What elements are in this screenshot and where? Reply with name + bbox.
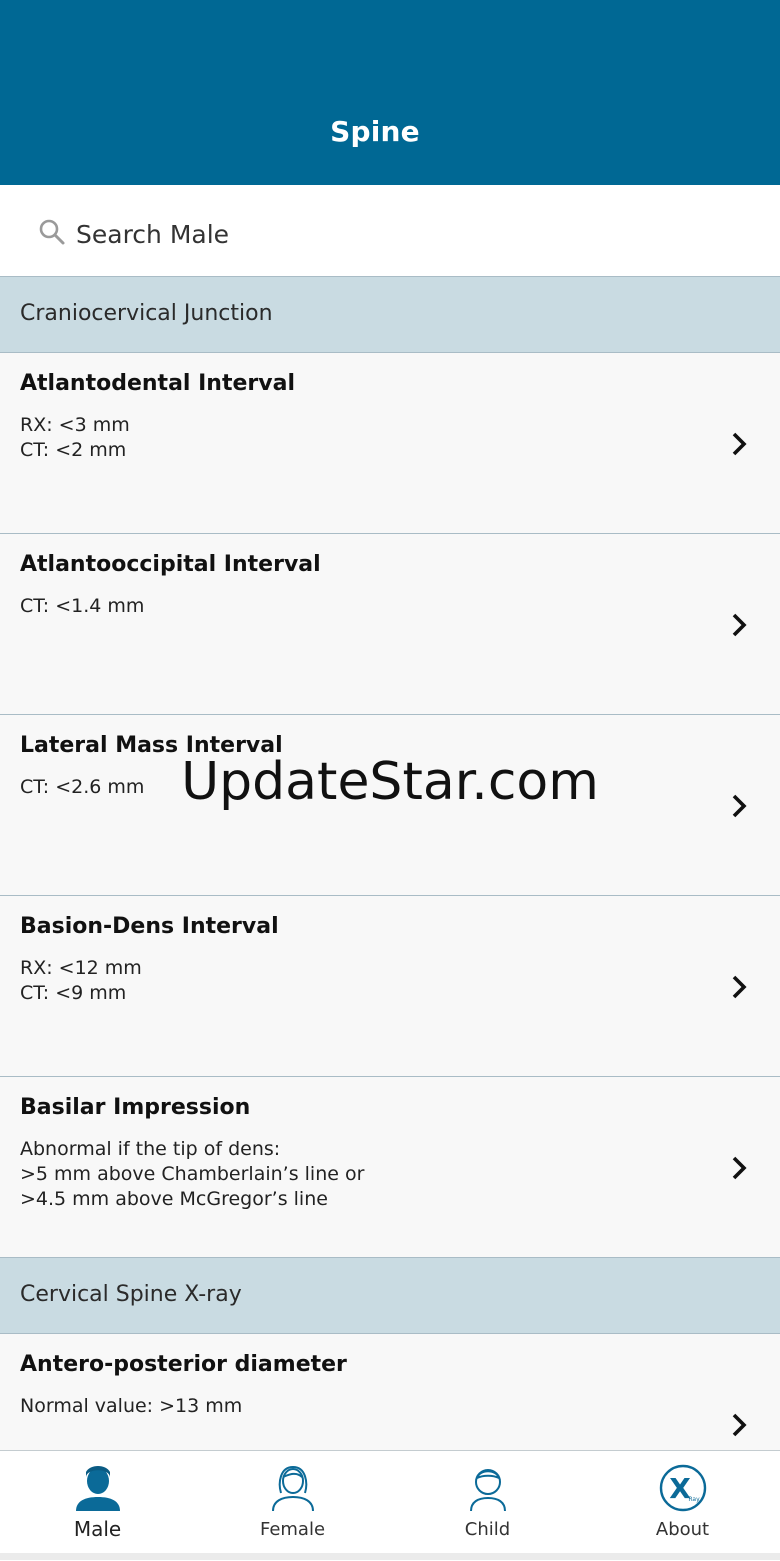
tab-male[interactable]: Male	[0, 1451, 195, 1555]
measurement-list: Craniocervical Junction Atlantodental In…	[0, 277, 780, 1451]
item-description: CT: <2.6 mm	[20, 776, 145, 798]
item-title: Atlantodental Interval	[20, 371, 295, 396]
tab-female[interactable]: Female	[195, 1451, 390, 1555]
item-description: Normal value: >13 mm	[20, 1395, 243, 1417]
chevron-right-icon	[732, 1156, 747, 1180]
list-item[interactable]: Atlantooccipital Interval CT: <1.4 mm	[0, 534, 780, 715]
tab-label: About	[655, 1519, 710, 1540]
list-item[interactable]: Atlantodental Interval RX: <3 mm CT: <2 …	[0, 353, 780, 534]
app-header: Spine	[0, 0, 780, 185]
chevron-right-icon	[732, 432, 747, 456]
item-description: Abnormal if the tip of dens: >5 mm above…	[20, 1138, 365, 1210]
item-title: Antero-posterior diameter	[20, 1352, 347, 1377]
item-title: Lateral Mass Interval	[20, 733, 283, 758]
tab-label: Female	[259, 1519, 326, 1540]
system-nav-area	[0, 1553, 780, 1560]
chevron-right-icon	[732, 613, 747, 637]
search-icon	[39, 219, 65, 245]
section-header: Craniocervical Junction	[0, 277, 780, 353]
item-description: RX: <12 mm CT: <9 mm	[20, 957, 142, 1004]
child-avatar-icon	[470, 1469, 506, 1512]
male-avatar-icon	[76, 1466, 120, 1511]
item-title: Basion-Dens Interval	[20, 914, 279, 939]
item-description: CT: <1.4 mm	[20, 595, 145, 617]
search-input[interactable]	[76, 213, 696, 255]
tab-label: Child	[464, 1519, 511, 1540]
list-item[interactable]: Basion-Dens Interval RX: <12 mm CT: <9 m…	[0, 896, 780, 1077]
list-item[interactable]: Basilar Impression Abnormal if the tip o…	[0, 1077, 780, 1258]
item-title: Atlantooccipital Interval	[20, 552, 321, 577]
svg-text:Ray: Ray	[688, 1496, 700, 1503]
item-title: Basilar Impression	[20, 1095, 251, 1120]
chevron-right-icon	[732, 975, 747, 999]
tab-label: Male	[73, 1517, 122, 1541]
list-item[interactable]: Antero-posterior diameter Normal value: …	[0, 1334, 780, 1451]
chevron-right-icon	[732, 794, 747, 818]
list-item[interactable]: Lateral Mass Interval CT: <2.6 mm	[0, 715, 780, 896]
item-description: RX: <3 mm CT: <2 mm	[20, 414, 130, 461]
female-avatar-icon	[272, 1465, 314, 1512]
section-header: Cervical Spine X-ray	[0, 1258, 780, 1334]
tab-bar: Male Female Child X Ray About	[0, 1450, 780, 1561]
tab-about[interactable]: X Ray About	[585, 1451, 780, 1555]
xray-logo-icon: X Ray	[659, 1464, 707, 1512]
chevron-right-icon	[732, 1413, 747, 1437]
tab-child[interactable]: Child	[390, 1451, 585, 1555]
page-title: Spine	[330, 115, 420, 148]
